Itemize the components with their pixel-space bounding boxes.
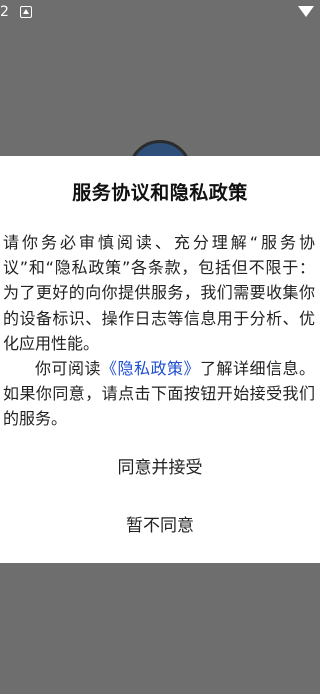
wifi-icon — [298, 6, 314, 17]
status-time: 2 — [0, 4, 9, 20]
dialog-paragraph-2: 你可阅读《隐私政策》了解详细信息。如果你同意，请点击下面按钮开始接受我们的服务。 — [3, 356, 315, 432]
dialog-body: 请你务必审慎阅读、充分理解“服务协议”和“隐私政策”各条款，包括但不限于：为了更… — [3, 230, 315, 432]
app-screen: 2 服务协议和隐私政策 请你务必审慎阅读、充分理解“服务协议”和“隐私政策”各条… — [0, 0, 320, 694]
agree-button[interactable]: 同意并接受 — [60, 452, 260, 484]
privacy-policy-link[interactable]: 《隐私政策》 — [101, 359, 200, 378]
dialog-title: 服务协议和隐私政策 — [72, 182, 248, 204]
notification-app-icon — [20, 6, 32, 18]
paragraph-2-prefix: 你可阅读 — [35, 359, 101, 379]
privacy-dialog: 服务协议和隐私政策 请你务必审慎阅读、充分理解“服务协议”和“隐私政策”各条款，… — [0, 156, 320, 563]
dialog-paragraph-1: 请你务必审慎阅读、充分理解“服务协议”和“隐私政策”各条款，包括但不限于：为了更… — [3, 233, 315, 353]
decline-button[interactable]: 暂不同意 — [60, 510, 260, 542]
status-bar: 2 — [0, 0, 320, 26]
